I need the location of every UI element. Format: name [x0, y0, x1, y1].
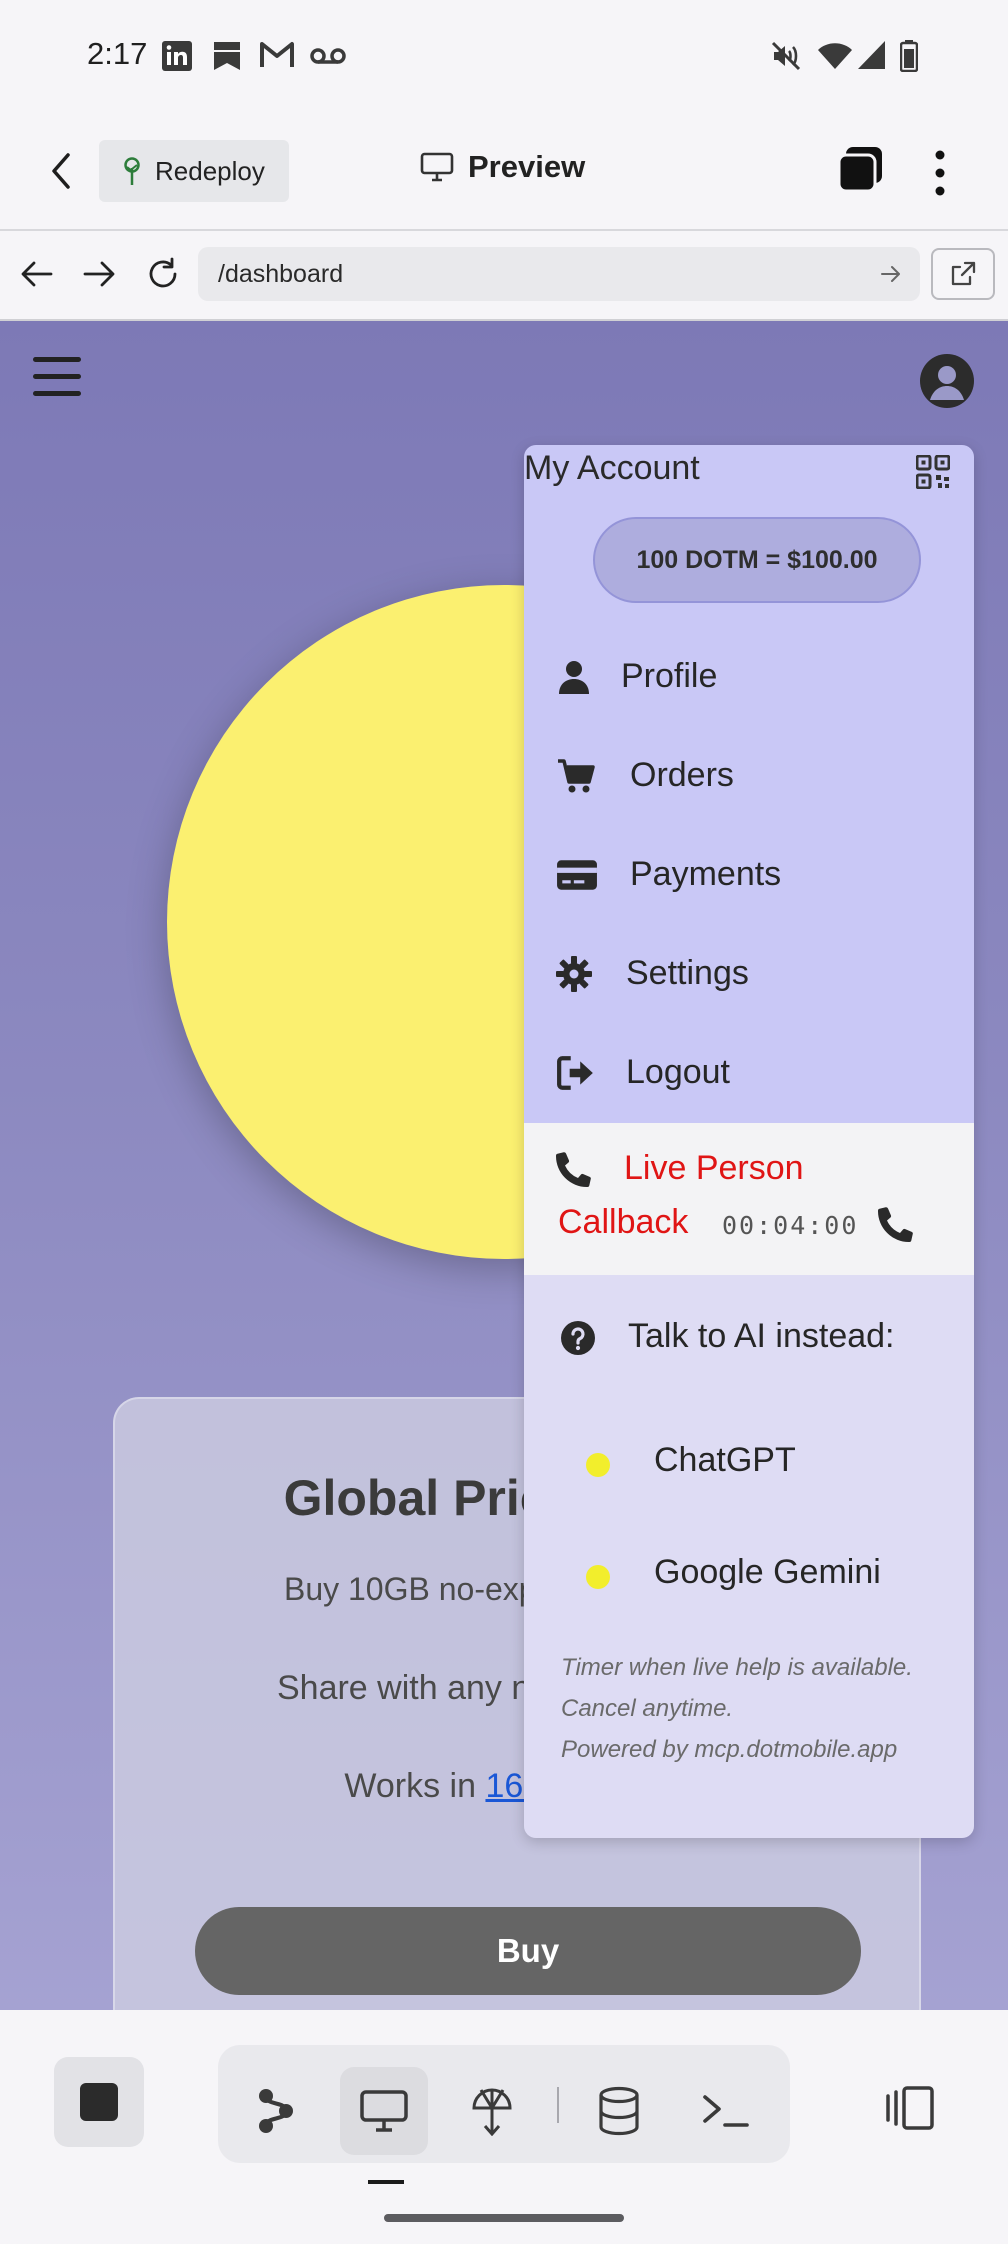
phone-icon	[556, 1152, 591, 1187]
battery-icon	[900, 40, 918, 72]
bottom-toolbar	[0, 2010, 1008, 2244]
qr-code-icon[interactable]	[916, 455, 950, 489]
menu-heading: My Account	[524, 449, 700, 487]
live-callback-section[interactable]: Live Person Callback 00:04:00	[524, 1123, 974, 1275]
voicemail-icon	[310, 48, 346, 64]
toolbar-divider	[557, 2087, 559, 2123]
preview-label: Preview	[468, 149, 586, 184]
menu-item-settings[interactable]: Settings	[524, 928, 974, 1018]
tool-group	[218, 2045, 790, 2163]
account-menu-section: My Account 100 DOTM = $100.00 Profile Or…	[524, 445, 974, 1123]
call-button-icon[interactable]	[878, 1206, 914, 1242]
cart-icon	[558, 759, 595, 793]
promo-line-prefix: Works in	[344, 1767, 486, 1805]
gear-icon	[556, 956, 592, 992]
terminal-button[interactable]	[682, 2067, 770, 2155]
deploy-button[interactable]	[448, 2067, 536, 2155]
redeploy-label: Redeploy	[155, 155, 265, 186]
deploy-icon	[472, 2088, 512, 2136]
menu-item-payments[interactable]: Payments	[524, 829, 974, 919]
balance-badge[interactable]: 100 DOTM = $100.00	[593, 517, 921, 603]
database-button[interactable]	[575, 2067, 663, 2155]
callback-label: Callback	[558, 1203, 689, 1241]
url-text: /dashboard	[218, 259, 344, 288]
go-arrow-icon[interactable]	[880, 264, 902, 284]
split-view-icon[interactable]	[880, 2086, 936, 2130]
gesture-handle[interactable]	[384, 2214, 624, 2222]
buy-button[interactable]: Buy	[195, 1907, 861, 1995]
nav-back-icon[interactable]	[20, 259, 54, 289]
menu-item-label: Settings	[626, 953, 749, 992]
ai-option-chatgpt[interactable]: ChatGPT	[524, 1423, 974, 1503]
sprout-icon	[124, 157, 140, 185]
bookmark-icon	[214, 42, 240, 70]
menu-item-label: Logout	[626, 1052, 730, 1091]
ai-help-section: Talk to AI instead: ChatGPT Google Gemin…	[524, 1275, 974, 1838]
menu-item-logout[interactable]: Logout	[524, 1027, 974, 1117]
ai-option-label: Google Gemini	[654, 1553, 881, 1591]
wifi-icon	[818, 43, 852, 69]
status-dot	[586, 1453, 610, 1477]
linkedin-icon	[162, 41, 192, 71]
signal-icon	[858, 41, 885, 69]
open-external-button[interactable]	[931, 248, 995, 300]
status-dot	[586, 1565, 610, 1589]
account-dropdown-menu: My Account 100 DOTM = $100.00 Profile Or…	[524, 445, 974, 1838]
footnote-line: Powered by mcp.dotmobile.app	[561, 1736, 898, 1763]
terminal-icon	[703, 2095, 749, 2127]
monitor-icon	[420, 152, 454, 182]
menu-item-profile[interactable]: Profile	[524, 631, 974, 721]
callback-label: Live Person	[624, 1149, 804, 1187]
account-avatar[interactable]	[920, 354, 974, 408]
url-bar: /dashboard	[0, 231, 1008, 321]
hamburger-menu-icon[interactable]	[33, 355, 81, 399]
tabs-icon[interactable]	[836, 145, 886, 193]
footnote-line: Timer when live help is available.	[561, 1654, 913, 1681]
status-bar: 2:17	[0, 0, 1008, 115]
redeploy-button[interactable]: Redeploy	[99, 140, 289, 202]
more-vertical-icon[interactable]	[930, 149, 950, 197]
flow-button[interactable]	[232, 2067, 320, 2155]
user-icon	[559, 661, 589, 694]
mute-icon	[771, 41, 801, 71]
question-icon	[561, 1321, 595, 1355]
status-time: 2:17	[87, 36, 148, 71]
flow-icon	[259, 2089, 293, 2133]
app-bar: Redeploy Preview	[0, 115, 1008, 231]
menu-item-label: Orders	[630, 755, 734, 794]
gmail-icon	[260, 42, 294, 67]
footnote-line: Cancel anytime.	[561, 1695, 734, 1722]
preview-tool-button[interactable]	[340, 2067, 428, 2155]
stop-icon	[80, 2083, 118, 2121]
ai-heading: Talk to AI instead:	[628, 1317, 895, 1355]
menu-item-orders[interactable]: Orders	[524, 730, 974, 820]
database-icon	[599, 2086, 639, 2136]
external-link-icon	[951, 261, 976, 286]
credit-card-icon	[557, 860, 597, 890]
url-input[interactable]: /dashboard	[198, 247, 920, 301]
stop-button[interactable]	[54, 2057, 144, 2147]
active-tab-indicator	[368, 2180, 404, 2184]
user-avatar-icon	[930, 366, 964, 400]
menu-item-label: Payments	[630, 854, 782, 893]
logout-icon	[557, 1056, 593, 1090]
menu-item-label: Profile	[621, 656, 718, 695]
reload-icon[interactable]	[145, 256, 181, 292]
ai-option-gemini[interactable]: Google Gemini	[524, 1535, 974, 1615]
monitor-icon	[360, 2090, 408, 2132]
preview-title[interactable]: Preview	[420, 149, 585, 185]
ai-footnote: Timer when live help is available. Cance…	[561, 1647, 961, 1770]
back-icon[interactable]	[46, 151, 78, 191]
callback-timer: 00:04:00	[722, 1211, 859, 1240]
ai-option-label: ChatGPT	[654, 1441, 796, 1479]
nav-forward-icon[interactable]	[82, 259, 116, 289]
